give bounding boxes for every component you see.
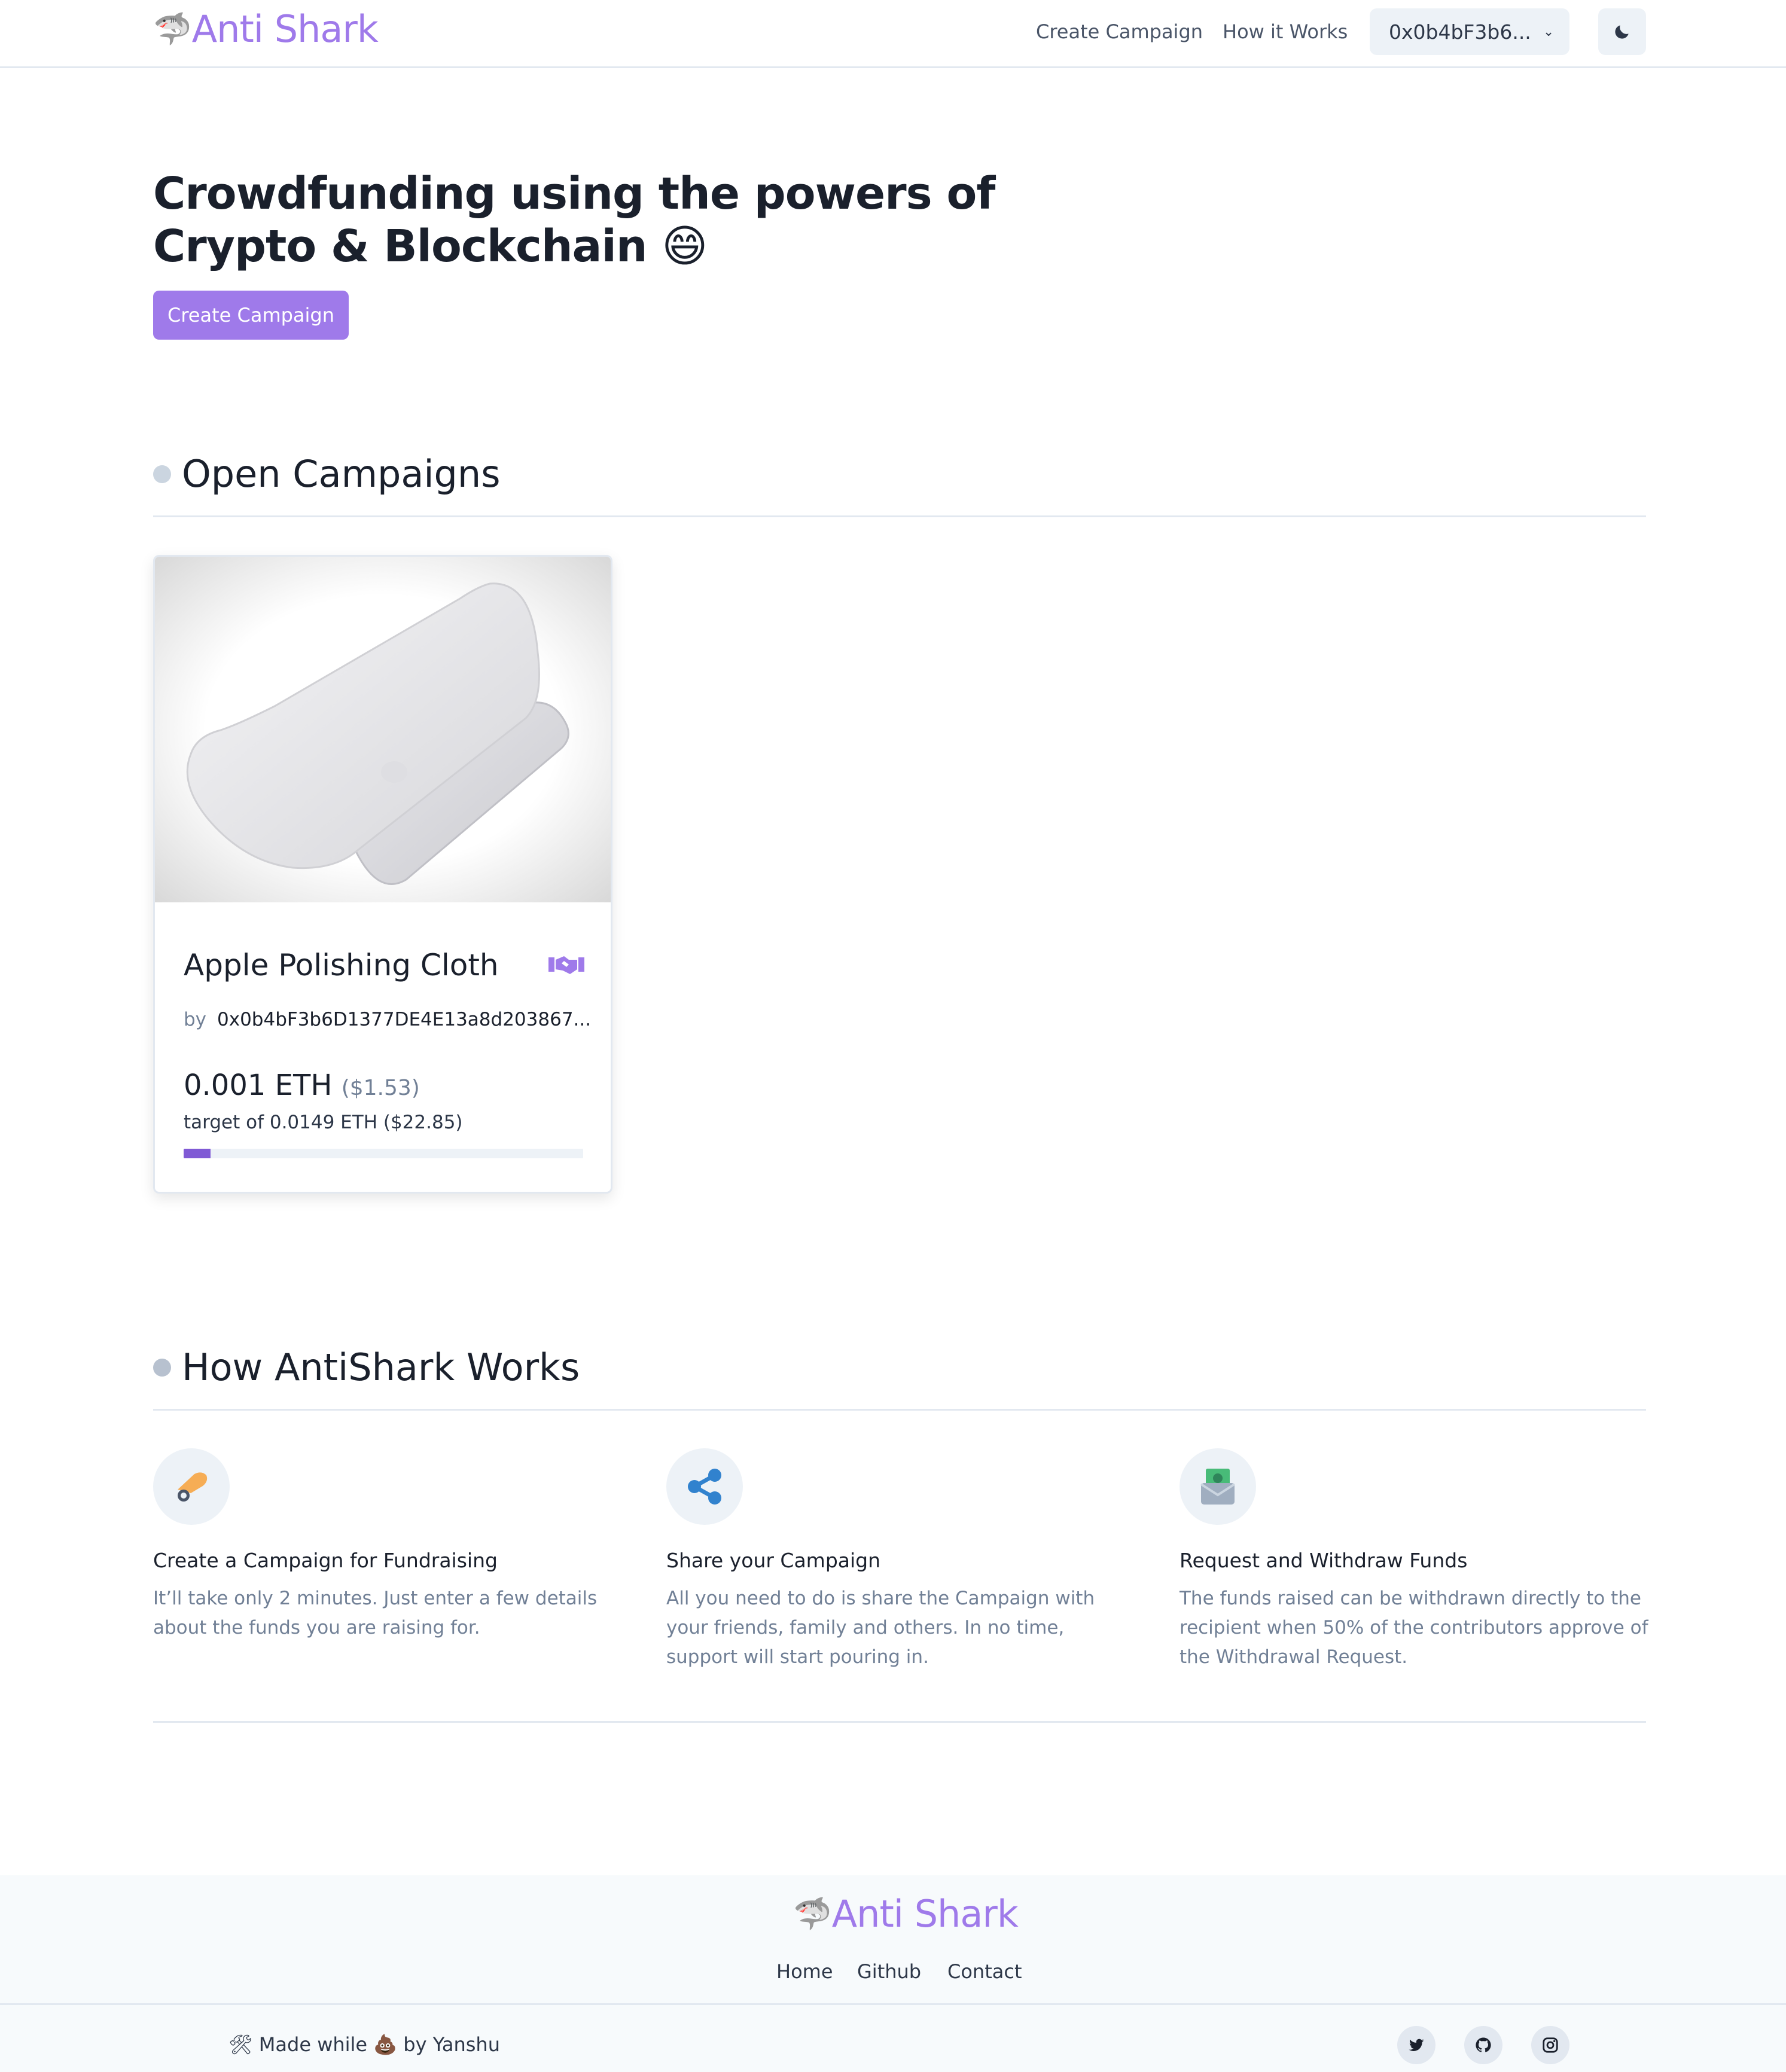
shark-icon: 🦈 <box>153 11 192 47</box>
polishing-cloth-image <box>155 557 611 902</box>
creator-address[interactable]: 0x0b4bF3b6D1377DE4E13a8d203867... <box>217 1009 591 1030</box>
feature-icon-wrap <box>666 1448 743 1525</box>
hero-create-campaign-button[interactable]: Create Campaign <box>153 291 349 340</box>
by-label: by <box>184 1009 207 1030</box>
feature-share-campaign: Share your Campaign All you need to do i… <box>666 1448 1145 1672</box>
money-envelope-icon <box>1200 1469 1236 1505</box>
raised-amount: 0.001 ETH ($1.53) <box>184 1069 420 1102</box>
campaign-card[interactable]: Apple Polishing Cloth by 0x0b4bF3b6D1377… <box>153 555 612 1194</box>
divider <box>153 1721 1646 1723</box>
hero-title: Crowdfunding using the powers of Crypto … <box>153 168 996 272</box>
brand-name: Anti Shark <box>191 7 379 51</box>
feature-text: It’ll take only 2 minutes. Just enter a … <box>153 1588 598 1638</box>
github-button[interactable] <box>1464 2026 1502 2064</box>
share-icon <box>688 1469 721 1505</box>
feature-title: Request and Withdraw Funds <box>1180 1549 1468 1572</box>
divider <box>153 1409 1646 1411</box>
shark-icon: 🦈 <box>793 1896 832 1932</box>
account-address: 0x0b4bF3b6... <box>1389 20 1531 44</box>
progress-fill <box>184 1149 211 1158</box>
chevron-down-icon: ⌄ <box>1543 24 1555 39</box>
raised-usd: ($1.53) <box>341 1076 420 1100</box>
raised-eth: 0.001 ETH <box>184 1069 333 1102</box>
nav-how-it-works[interactable]: How it Works <box>1223 20 1348 43</box>
made-by-text: 🛠 Made while 💩 by Yanshu <box>228 2033 500 2056</box>
feature-icon-wrap <box>153 1448 230 1525</box>
target-amount: target of 0.0149 ETH ($22.85) <box>184 1112 463 1133</box>
bullet-dot <box>153 465 171 483</box>
instagram-icon <box>1543 2037 1558 2053</box>
navbar: 🦈 Anti Shark Create Campaign How it Work… <box>0 0 1786 68</box>
campaign-title[interactable]: Apple Polishing Cloth <box>184 948 499 982</box>
instagram-button[interactable] <box>1531 2026 1569 2064</box>
footer-link-home[interactable]: Home <box>776 1960 833 1983</box>
progress-bar <box>184 1149 583 1158</box>
footer-link-github[interactable]: Github <box>857 1960 921 1983</box>
bullet-dot <box>153 1358 171 1377</box>
moon-icon <box>1615 25 1629 39</box>
account-menu-button[interactable]: 0x0b4bF3b6... ⌄ <box>1370 8 1569 55</box>
feature-text: The funds raised can be withdrawn direct… <box>1180 1588 1648 1668</box>
hand-coin-icon <box>178 1472 208 1502</box>
divider <box>153 515 1646 517</box>
github-icon <box>1476 2037 1491 2052</box>
twitter-button[interactable] <box>1397 2026 1435 2064</box>
footer-brand-logo[interactable]: 🦈 Anti Shark <box>793 1892 1019 1937</box>
footer-link-contact[interactable]: Contact <box>947 1960 1022 1983</box>
twitter-icon <box>1409 2039 1424 2051</box>
footer-divider <box>0 2003 1786 2005</box>
feature-create-campaign: Create a Campaign for Fundraising It’ll … <box>153 1448 632 1643</box>
brand-logo[interactable]: 🦈 Anti Shark <box>153 7 379 53</box>
open-campaigns-heading: Open Campaigns <box>153 452 501 496</box>
how-it-works-heading: How AntiShark Works <box>153 1345 580 1389</box>
feature-title: Create a Campaign for Fundraising <box>153 1549 498 1572</box>
feature-text: All you need to do is share the Campaign… <box>666 1588 1095 1668</box>
feature-title: Share your Campaign <box>666 1549 881 1572</box>
section-title: Open Campaigns <box>182 452 501 496</box>
nav-create-campaign[interactable]: Create Campaign <box>1036 20 1203 43</box>
section-title: How AntiShark Works <box>182 1345 580 1389</box>
brand-name: Anti Shark <box>831 1892 1019 1936</box>
feature-withdraw-funds: Request and Withdraw Funds The funds rai… <box>1180 1448 1658 1672</box>
handshake-icon <box>548 956 584 974</box>
theme-toggle-button[interactable] <box>1598 8 1646 55</box>
feature-icon-wrap <box>1180 1448 1256 1525</box>
